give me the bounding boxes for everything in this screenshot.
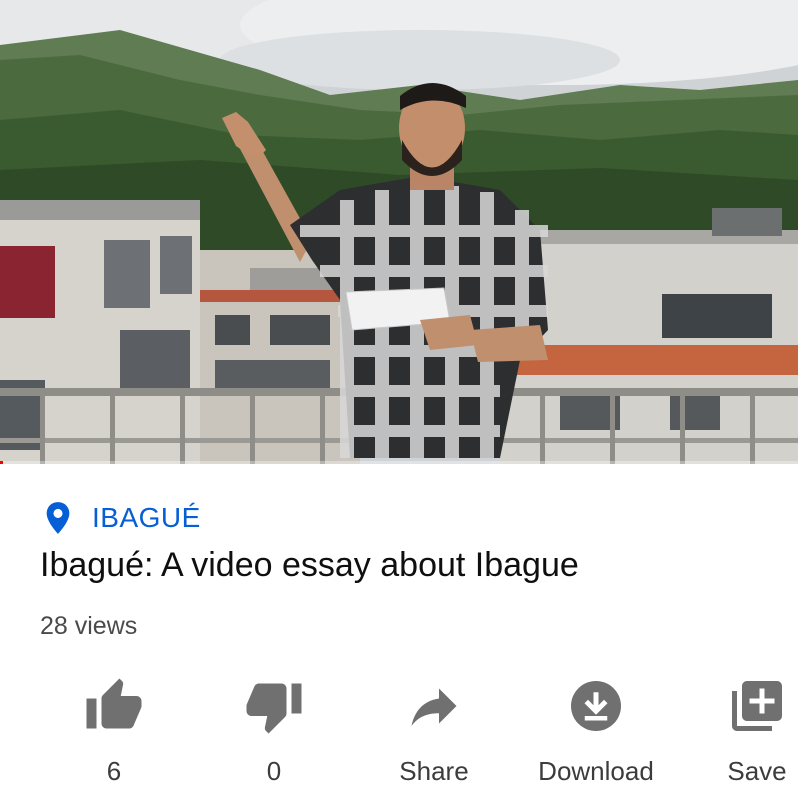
location-label: IBAGUÉ: [92, 502, 201, 533]
video-progress-played: [0, 461, 4, 464]
save-button[interactable]: Save: [682, 672, 798, 794]
dislike-count: 0: [266, 756, 282, 786]
like-count: 6: [106, 756, 122, 786]
video-player[interactable]: [0, 0, 798, 464]
view-count: 28 views: [40, 612, 138, 640]
video-progress-bar[interactable]: [0, 461, 798, 464]
video-frame-image: [0, 0, 798, 464]
action-bar: 6 0 Share Download Save: [0, 672, 798, 794]
save-to-playlist-icon: [732, 681, 782, 731]
download-icon: [571, 681, 621, 731]
like-button[interactable]: 6: [39, 672, 189, 794]
save-label: Save: [727, 756, 787, 786]
share-button[interactable]: Share: [359, 672, 509, 794]
share-icon: [411, 688, 457, 726]
video-title: Ibagué: A video essay about Ibague: [40, 546, 579, 584]
thumbs-up-icon: [86, 678, 142, 729]
share-label: Share: [399, 756, 469, 786]
dislike-button[interactable]: 0: [199, 672, 349, 794]
location-pin-icon: [46, 502, 70, 534]
thumbs-down-icon: [246, 683, 302, 734]
download-label: Download: [538, 756, 654, 786]
download-button[interactable]: Download: [521, 672, 671, 794]
location-tag[interactable]: IBAGUÉ: [44, 500, 201, 536]
